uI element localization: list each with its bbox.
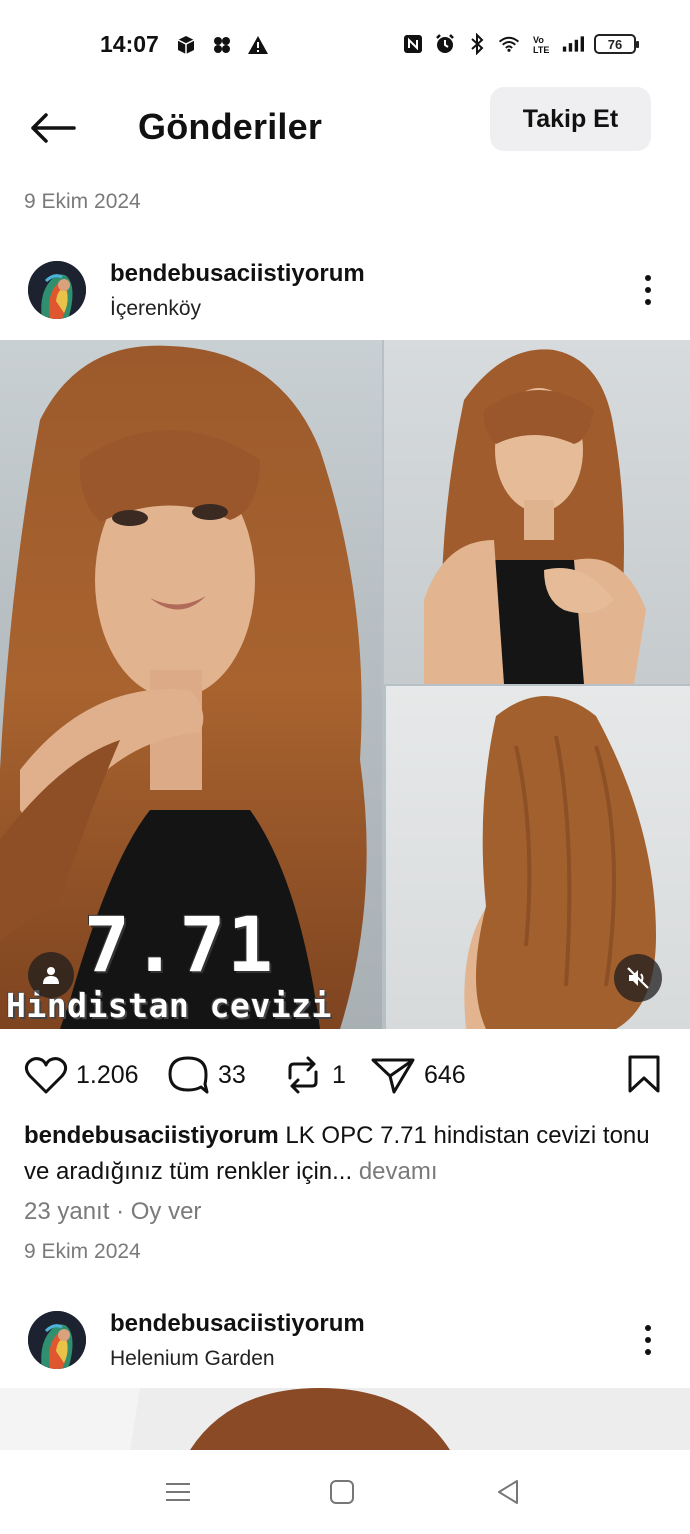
alarm-icon: [434, 33, 456, 55]
avatar[interactable]: [28, 261, 86, 319]
caption-more-link[interactable]: devamı: [359, 1158, 438, 1185]
bluetooth-icon: [466, 33, 488, 55]
triangle-back-icon: [498, 1480, 518, 1504]
post-username[interactable]: bendebusaciistiyorum: [110, 1310, 365, 1338]
svg-text:LTE: LTE: [533, 45, 549, 55]
status-time: 14:07: [100, 31, 159, 57]
more-options-button[interactable]: [632, 270, 664, 310]
bookmark-icon: [628, 1055, 660, 1093]
recent-apps-button[interactable]: [158, 1472, 198, 1512]
section-date: 9 Ekim 2024: [24, 190, 141, 213]
speaker-muted-icon: [627, 967, 649, 989]
mute-button[interactable]: [614, 954, 662, 1002]
repost-count: 1: [332, 1060, 346, 1089]
repost-button[interactable]: 1: [282, 1048, 346, 1102]
signal-icon: [562, 33, 584, 55]
back-nav-button[interactable]: [488, 1472, 528, 1512]
comment-count: 33: [218, 1060, 246, 1089]
post-location[interactable]: İçerenköy: [110, 297, 201, 321]
system-nav-bar: [0, 1450, 690, 1534]
post-media[interactable]: [0, 1388, 690, 1450]
arrow-left-icon: [31, 113, 76, 143]
page-title: Gönderiler: [138, 106, 323, 147]
post-media[interactable]: 7.71 Hindistan cevizi: [0, 340, 690, 1029]
avatar[interactable]: [28, 1311, 86, 1369]
status-bar: 14:07 Vo LTE 76: [0, 0, 690, 92]
replies-row: 23 yanıt · Oy ver: [24, 1198, 201, 1226]
like-button[interactable]: 1.206: [24, 1048, 139, 1102]
battery-icon: 76: [594, 34, 639, 54]
vote-link[interactable]: Oy ver: [131, 1198, 202, 1225]
square-icon: [330, 1480, 354, 1504]
post-actions: 1.206 33 1 646: [0, 1048, 690, 1102]
menu-lines-icon: [166, 1483, 190, 1501]
post-location[interactable]: Helenium Garden: [110, 1347, 275, 1371]
clover-app-icon: [211, 34, 233, 56]
person-icon: [43, 967, 59, 984]
post-header: bendebusaciistiyorum İçerenköy: [0, 252, 690, 332]
home-button[interactable]: [322, 1472, 362, 1512]
cube-app-icon: [175, 34, 197, 56]
heart-icon: [24, 1057, 68, 1094]
replies-separator: ·: [116, 1198, 125, 1225]
post-caption[interactable]: bendebusaciistiyorum LK OPC 7.71 hindist…: [24, 1118, 674, 1190]
back-button[interactable]: [28, 106, 78, 150]
comment-bubble-icon: [168, 1056, 209, 1094]
share-count: 646: [424, 1060, 466, 1089]
volte-icon: Vo LTE: [530, 33, 552, 55]
post-username[interactable]: bendebusaciistiyorum: [110, 260, 365, 288]
svg-text:Vo: Vo: [533, 35, 544, 45]
share-button[interactable]: 646: [370, 1048, 466, 1102]
nfc-icon: [402, 33, 424, 55]
header: Gönderiler Takip Et: [0, 87, 690, 164]
follow-button[interactable]: Takip Et: [490, 87, 651, 151]
media-photo-top-right: [384, 340, 690, 684]
save-button[interactable]: [622, 1052, 666, 1096]
like-count: 1.206: [76, 1060, 139, 1089]
more-options-button[interactable]: [632, 1320, 664, 1360]
tagged-users-button[interactable]: [28, 952, 74, 998]
replies-link[interactable]: 23 yanıt: [24, 1198, 109, 1225]
media-overlay-number: 7.71: [84, 900, 276, 989]
post-date: 9 Ekim 2024: [24, 1240, 141, 1263]
caption-username[interactable]: bendebusaciistiyorum: [24, 1122, 279, 1149]
post-header: bendebusaciistiyorum Helenium Garden: [0, 1302, 690, 1382]
warning-icon: [247, 34, 269, 56]
repost-icon: [288, 1056, 318, 1094]
paper-plane-icon: [371, 1058, 415, 1094]
wifi-icon: [498, 33, 520, 55]
comment-button[interactable]: 33: [166, 1048, 246, 1102]
